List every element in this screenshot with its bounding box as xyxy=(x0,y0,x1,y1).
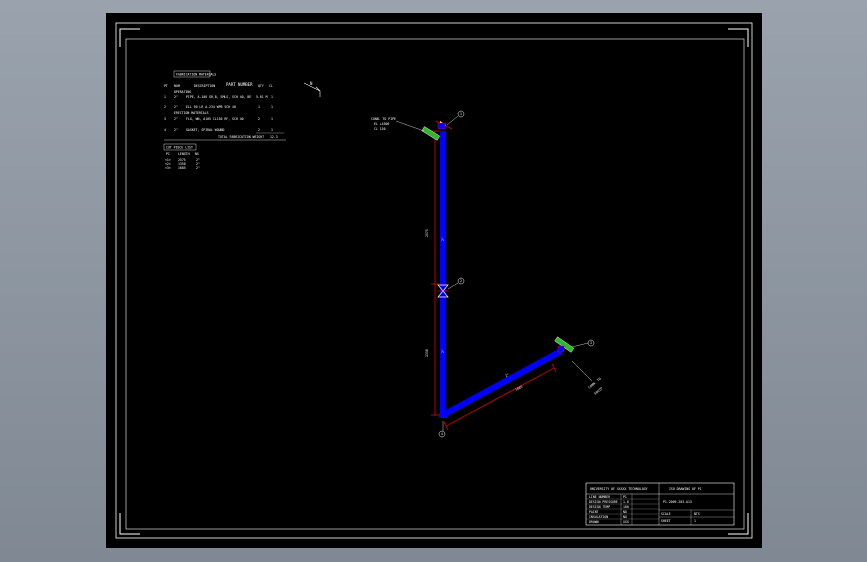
svg-text:2": 2" xyxy=(196,166,200,170)
title-sheet-value: 1 xyxy=(694,519,696,523)
svg-text:3: 3 xyxy=(590,341,592,345)
svg-text:CL 150: CL 150 xyxy=(374,127,386,131)
svg-text:1: 1 xyxy=(271,105,273,109)
right-connection-note: CONN. TO EQUIP xyxy=(571,360,603,396)
cut-piece-list: CUT PIECE LIST PC LENGTH NS <1> 2575 2" … xyxy=(163,143,200,170)
svg-text:NO: NO xyxy=(623,515,627,519)
cut-list-header: CUT PIECE LIST xyxy=(166,145,193,149)
bom-footer: TOTAL FABRICATION WEIGHT xyxy=(218,135,264,139)
svg-text:3: 3 xyxy=(164,117,166,121)
svg-text:1: 1 xyxy=(460,112,462,116)
svg-text:XXX: XXX xyxy=(623,520,629,524)
north-label: N xyxy=(310,81,313,86)
svg-text:1685: 1685 xyxy=(178,166,186,170)
dim-upper-label: 2575 xyxy=(425,229,429,237)
svg-text:GASKET, SPIRAL WOUND: GASKET, SPIRAL WOUND xyxy=(186,128,224,132)
table-row: <3> 1685 2" xyxy=(165,166,200,170)
bom-col-qty: QTY xyxy=(258,84,264,88)
svg-text:100: 100 xyxy=(623,505,629,509)
svg-text:ELL 90 LR A-234 WPB SCH 40: ELL 90 LR A-234 WPB SCH 40 xyxy=(186,105,236,109)
svg-text:2: 2 xyxy=(258,117,260,121)
svg-text:NS: NS xyxy=(195,152,199,156)
drawing-canvas[interactable]: FABRICATION MATERIALS PART NUMBER PT NOM… xyxy=(106,13,762,548)
svg-text:2": 2" xyxy=(174,117,178,121)
pipe-label-2: 2" xyxy=(441,349,445,353)
svg-text:2": 2" xyxy=(174,105,178,109)
svg-text:DESIGN TEMP: DESIGN TEMP xyxy=(589,505,610,509)
bom-col-cl: CL xyxy=(269,84,273,88)
svg-text:5.61 M: 5.61 M xyxy=(256,95,268,99)
title-scale-label: SCALE xyxy=(661,512,671,516)
callout-3[interactable]: 3 xyxy=(571,339,595,348)
svg-text:1: 1 xyxy=(258,105,260,109)
svg-text:PIPE, A-106 GR.B, SMLS, SCH 40: PIPE, A-106 GR.B, SMLS, SCH 40, BE xyxy=(186,95,251,99)
svg-text:<3>: <3> xyxy=(165,166,171,170)
title-scale-value: NTS xyxy=(694,512,700,516)
dim-lower-label: 1350 xyxy=(425,349,429,357)
svg-text:NO: NO xyxy=(623,510,627,514)
pipe-label-1: 2" xyxy=(441,237,445,241)
svg-text:LENGTH: LENGTH xyxy=(178,152,190,156)
bom-subtitle-1: OPERATING xyxy=(174,90,191,94)
title-block: UNIVERSITY OF XXXXX TECHNOLOGY ISO DRAWI… xyxy=(585,482,735,526)
title-org: UNIVERSITY OF XXXXX TECHNOLOGY xyxy=(590,487,648,491)
bom-subtitle-2: ERECTION MATERIALS xyxy=(174,111,209,115)
svg-text:1: 1 xyxy=(164,95,166,99)
title-sheet-label: SHEET xyxy=(661,519,671,523)
callout-4[interactable]: 4 xyxy=(438,421,446,438)
svg-text:INSULATION: INSULATION xyxy=(589,515,608,519)
table-row: 1 2" PIPE, A-106 GR.B, SMLS, SCH 40, BE … xyxy=(164,95,273,99)
svg-text:CONN. TO PIPE: CONN. TO PIPE xyxy=(371,117,396,121)
svg-text:EQUIP: EQUIP xyxy=(593,386,603,395)
dim-diag-label: 1685 xyxy=(515,385,524,392)
top-connection-note: CONN. TO PIPE EL +4500 CL 150 xyxy=(371,117,425,132)
bom-col-desc: DESCRIPTION xyxy=(194,84,215,88)
svg-text:DRAWN: DRAWN xyxy=(589,520,599,524)
outer-frame xyxy=(115,22,753,539)
bom-col-pt: PT xyxy=(164,84,168,88)
svg-text:P1: P1 xyxy=(623,495,627,499)
callout-2[interactable]: 2 xyxy=(447,277,465,290)
bom-title: PART NUMBER xyxy=(226,82,253,87)
table-row: 3 2" FLG, WN, A105 CL150 RF, SCH 40 2 1 xyxy=(164,117,273,121)
svg-text:4: 4 xyxy=(164,128,166,132)
title-drawing-no: P1-2009-203-A13 xyxy=(663,500,692,504)
drawing-sheet[interactable]: FABRICATION MATERIALS PART NUMBER PT NOM… xyxy=(106,13,762,548)
table-row: 4 2" GASKET, SPIRAL WOUND 2 1 xyxy=(164,128,273,132)
table-row: 2 2" ELL 90 LR A-234 WPB SCH 40 1 1 xyxy=(164,105,273,109)
bom-col-nom: NOM xyxy=(174,84,180,88)
svg-text:PAINT: PAINT xyxy=(589,510,599,514)
north-arrow: N xyxy=(303,81,321,97)
title-drawing-title: ISO DRAWING OF P1 xyxy=(669,487,702,491)
svg-text:2: 2 xyxy=(164,105,166,109)
svg-text:2: 2 xyxy=(460,279,462,283)
svg-text:1.0: 1.0 xyxy=(623,500,629,504)
svg-text:2: 2 xyxy=(258,128,260,132)
svg-text:4: 4 xyxy=(441,432,443,436)
svg-text:1: 1 xyxy=(271,95,273,99)
svg-text:2": 2" xyxy=(174,128,178,132)
bom-footer-value: 12.3 xyxy=(270,135,278,139)
pipe-route[interactable] xyxy=(439,131,563,418)
svg-text:DESIGN PRESSURE: DESIGN PRESSURE xyxy=(589,500,618,504)
svg-text:PC: PC xyxy=(166,152,170,156)
svg-text:1: 1 xyxy=(271,117,273,121)
svg-text:FLG, WN, A105 CL150 RF, SCH 40: FLG, WN, A105 CL150 RF, SCH 40 xyxy=(186,117,244,121)
svg-text:LINE NUMBER: LINE NUMBER xyxy=(589,495,610,499)
bill-of-materials: FABRICATION MATERIALS PART NUMBER PT NOM… xyxy=(164,70,286,141)
svg-text:2": 2" xyxy=(174,95,178,99)
svg-text:EL +4500: EL +4500 xyxy=(374,122,389,126)
callout-1[interactable]: 1 xyxy=(446,110,465,126)
bom-header: FABRICATION MATERIALS xyxy=(176,72,216,76)
svg-text:1: 1 xyxy=(271,128,273,132)
dimension-lines xyxy=(431,120,557,431)
